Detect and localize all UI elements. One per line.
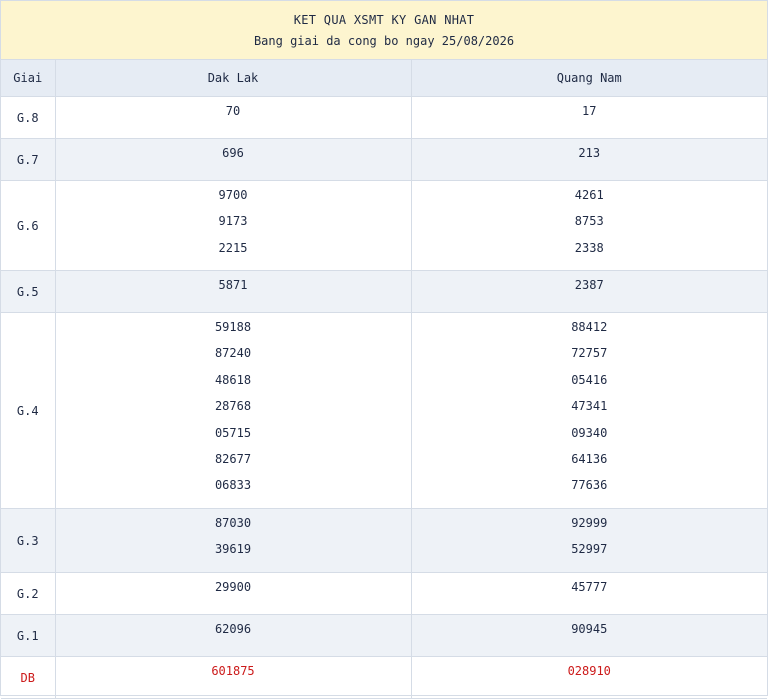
quang-nam-cell: 028910 xyxy=(411,656,767,699)
quang-nam-cell: 4261 8753 2338 xyxy=(411,180,767,271)
result-number: 82677 xyxy=(214,451,252,466)
result-number: 28768 xyxy=(214,399,252,414)
result-number: 05715 xyxy=(214,425,252,440)
result-number: 696 xyxy=(222,146,244,160)
dak-lak-cell: 59188 87240 48618 28768 05715 82677 06833 xyxy=(55,312,412,509)
result-number: 09340 xyxy=(571,425,608,440)
prize-label: G.4 xyxy=(1,312,56,509)
quang-nam-cell: 88412 72757 05416 47341 09340 64136 77636 xyxy=(411,312,767,509)
quang-nam-cell: 2387 xyxy=(411,270,767,313)
results-body: G.8 70 17 G.7 696 213 G.6 9700 9173 2215 4261 8753 2… xyxy=(1,96,767,699)
result-number: 2215 xyxy=(218,240,248,255)
table-row: G.4 59188 87240 48618 28768 05715 82677 06833 88… xyxy=(1,312,767,509)
result-number: 62096 xyxy=(214,622,252,636)
column-header-quang-nam: Quang Nam xyxy=(411,60,767,97)
result-number: 213 xyxy=(578,146,601,160)
page-title: KET QUA XSMT KY GAN NHAT xyxy=(293,13,475,27)
result-number: 59188 xyxy=(214,320,252,334)
prize-label: G.3 xyxy=(1,508,56,573)
dak-lak-cell: 87030 39619 xyxy=(55,508,412,573)
result-number: 45777 xyxy=(571,580,608,594)
table-header-row: Giai Dak Lak Quang Nam xyxy=(1,60,767,97)
result-number: 028910 xyxy=(567,664,611,678)
table-row: G.2 29900 45777 xyxy=(1,572,767,615)
table-row: G.3 87030 39619 92999 52997 xyxy=(1,508,767,573)
result-number: 48618 xyxy=(214,372,252,387)
table-row: G.6 9700 9173 2215 4261 8753 2338 xyxy=(1,180,767,271)
result-number: 06833 xyxy=(214,478,252,493)
result-number: 87240 xyxy=(214,346,252,361)
prize-label: G.2 xyxy=(1,572,56,615)
results-header: KET QUA XSMT KY GAN NHAT Bang giai da co… xyxy=(1,1,767,60)
table-row: G.7 696 213 xyxy=(1,138,767,181)
quang-nam-cell: 17 xyxy=(411,96,767,139)
result-number: 72757 xyxy=(571,346,608,361)
results-table: Giai Dak Lak Quang Nam G.8 70 17 G.7 696 213 G… xyxy=(1,60,767,699)
result-number: 92999 xyxy=(571,516,608,530)
dak-lak-cell: 29900 xyxy=(55,572,412,615)
result-number: 2338 xyxy=(574,240,604,255)
result-number: 5871 xyxy=(218,278,248,292)
quang-nam-cell: 92999 52997 xyxy=(411,508,767,573)
prize-label: G.6 xyxy=(1,180,56,271)
prize-label: G.8 xyxy=(1,96,56,139)
result-number: 2387 xyxy=(574,278,604,292)
result-number: 601875 xyxy=(211,664,255,678)
result-number: 87030 xyxy=(214,516,252,530)
prize-label: G.1 xyxy=(1,614,56,657)
dak-lak-cell: 5871 xyxy=(55,270,412,313)
quang-nam-cell: 45777 xyxy=(411,572,767,615)
result-number: 29900 xyxy=(214,580,252,594)
result-number: 70 xyxy=(225,104,241,118)
dak-lak-cell: 601875 xyxy=(55,656,412,699)
prize-label: G.7 xyxy=(1,138,56,181)
result-number: 4261 xyxy=(574,188,604,202)
result-number: 64136 xyxy=(571,451,608,466)
table-row: G.1 62096 90945 xyxy=(1,614,767,657)
table-row: G.8 70 17 xyxy=(1,96,767,139)
quang-nam-cell: 213 xyxy=(411,138,767,181)
result-number: 39619 xyxy=(214,542,252,557)
result-number: 9700 xyxy=(218,188,248,202)
column-header-prize: Giai xyxy=(1,60,56,97)
result-number: 88412 xyxy=(571,320,608,334)
result-number: 90945 xyxy=(571,622,608,636)
result-number: 8753 xyxy=(574,214,604,229)
page-subtitle: Bang giai da cong bo ngay 25/08/2026 xyxy=(253,34,515,48)
result-number: 17 xyxy=(582,104,597,118)
column-header-dak-lak: Dak Lak xyxy=(55,60,412,97)
table-row: DB 601875 028910 xyxy=(1,656,767,699)
dak-lak-cell: 62096 xyxy=(55,614,412,657)
dak-lak-cell: 9700 9173 2215 xyxy=(55,180,412,271)
result-number: 47341 xyxy=(571,399,608,414)
quang-nam-cell: 90945 xyxy=(411,614,767,657)
dak-lak-cell: 70 xyxy=(55,96,412,139)
prize-label: G.5 xyxy=(1,270,56,313)
dak-lak-cell: 696 xyxy=(55,138,412,181)
result-number: 52997 xyxy=(571,542,608,557)
results-panel: KET QUA XSMT KY GAN NHAT Bang giai da co… xyxy=(0,0,768,699)
prize-label: DB xyxy=(1,656,56,699)
result-number: 05416 xyxy=(571,372,608,387)
result-number: 77636 xyxy=(571,478,608,493)
table-row: G.5 5871 2387 xyxy=(1,270,767,313)
result-number: 9173 xyxy=(218,214,248,229)
